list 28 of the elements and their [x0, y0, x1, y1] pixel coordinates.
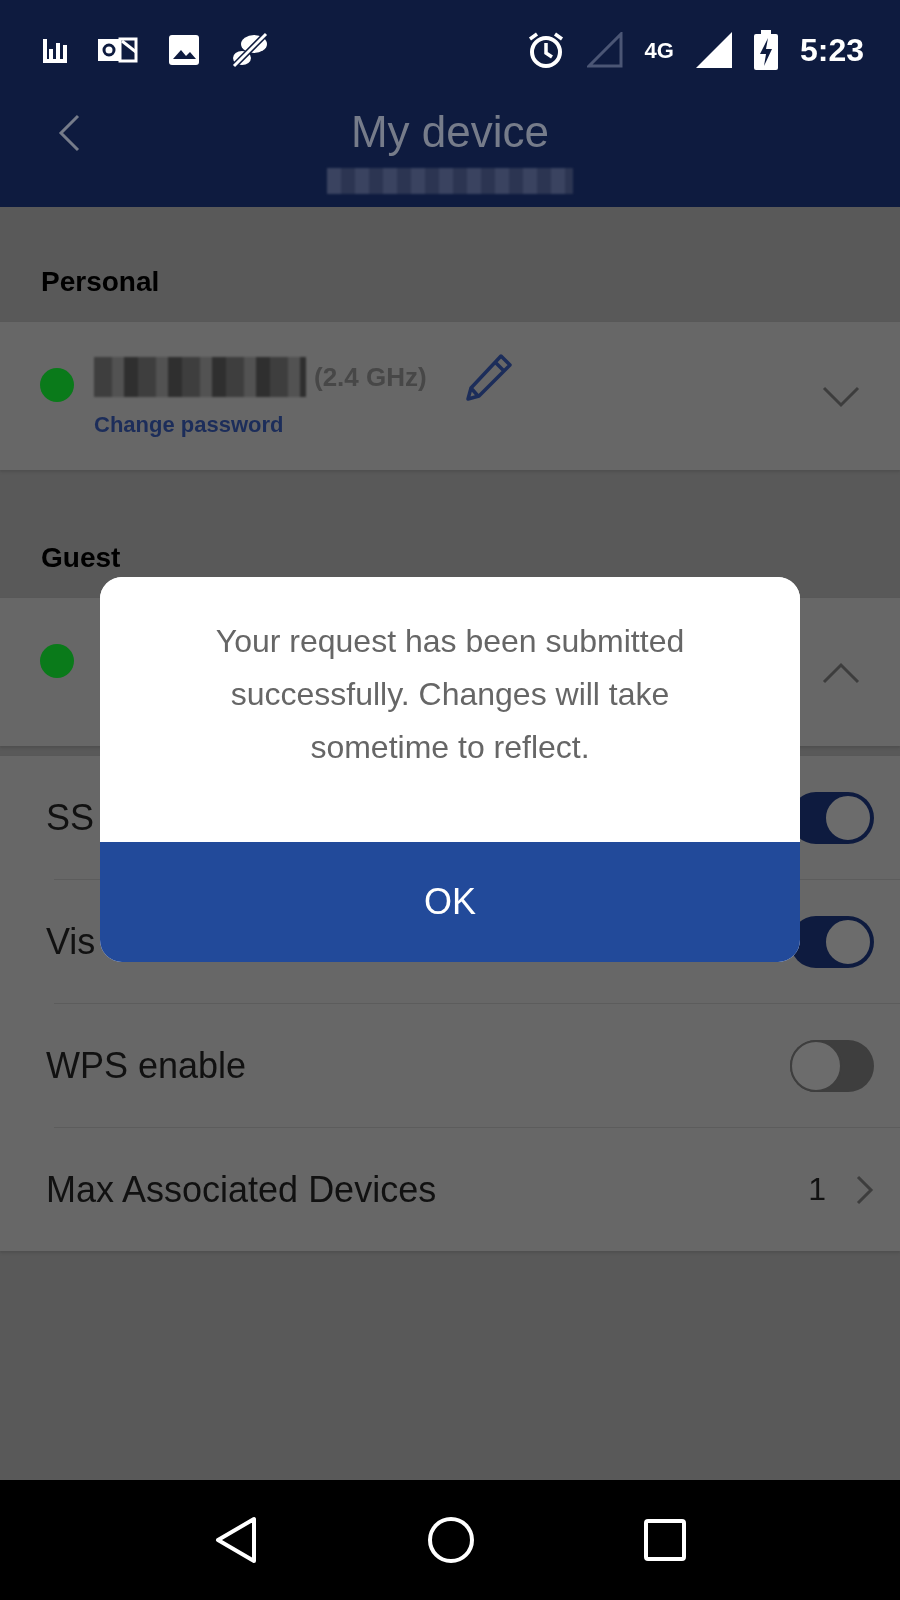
alarm-icon — [526, 31, 565, 69]
pencil-icon[interactable] — [464, 353, 513, 401]
muted-leaf-icon — [230, 32, 270, 68]
toggle-switch[interactable] — [790, 1039, 874, 1092]
network-type: 4G — [644, 38, 674, 64]
signal-icon — [586, 32, 623, 68]
mail-icon — [98, 35, 138, 65]
recents-icon[interactable] — [643, 1519, 686, 1561]
ok-button[interactable]: OK — [100, 842, 800, 962]
dialog-message: Your request has been submitted successfully. Changes will take sometime to reflect. — [214, 622, 686, 767]
setting-label: SS — [46, 796, 96, 839]
setting-label: Vis — [46, 920, 97, 963]
chevron-down-icon[interactable] — [822, 386, 860, 408]
chart-icon — [42, 37, 68, 63]
back-icon[interactable] — [214, 1516, 259, 1564]
signal-icon — [695, 32, 732, 68]
image-icon — [168, 34, 200, 66]
chevron-up-icon[interactable] — [822, 662, 860, 684]
section-heading: Personal — [41, 265, 161, 299]
home-icon[interactable] — [427, 1516, 475, 1564]
setting-label: Max Associated Devices — [46, 1168, 438, 1211]
section-heading: Guest — [41, 541, 122, 575]
chevron-right-icon[interactable] — [856, 1174, 874, 1205]
screen-title: My device — [350, 110, 550, 154]
clock-time: 5:23 — [799, 31, 864, 69]
setting-value: 1 — [808, 1171, 826, 1208]
setting-label: WPS enable — [46, 1044, 248, 1087]
battery-charging-icon — [753, 30, 778, 70]
